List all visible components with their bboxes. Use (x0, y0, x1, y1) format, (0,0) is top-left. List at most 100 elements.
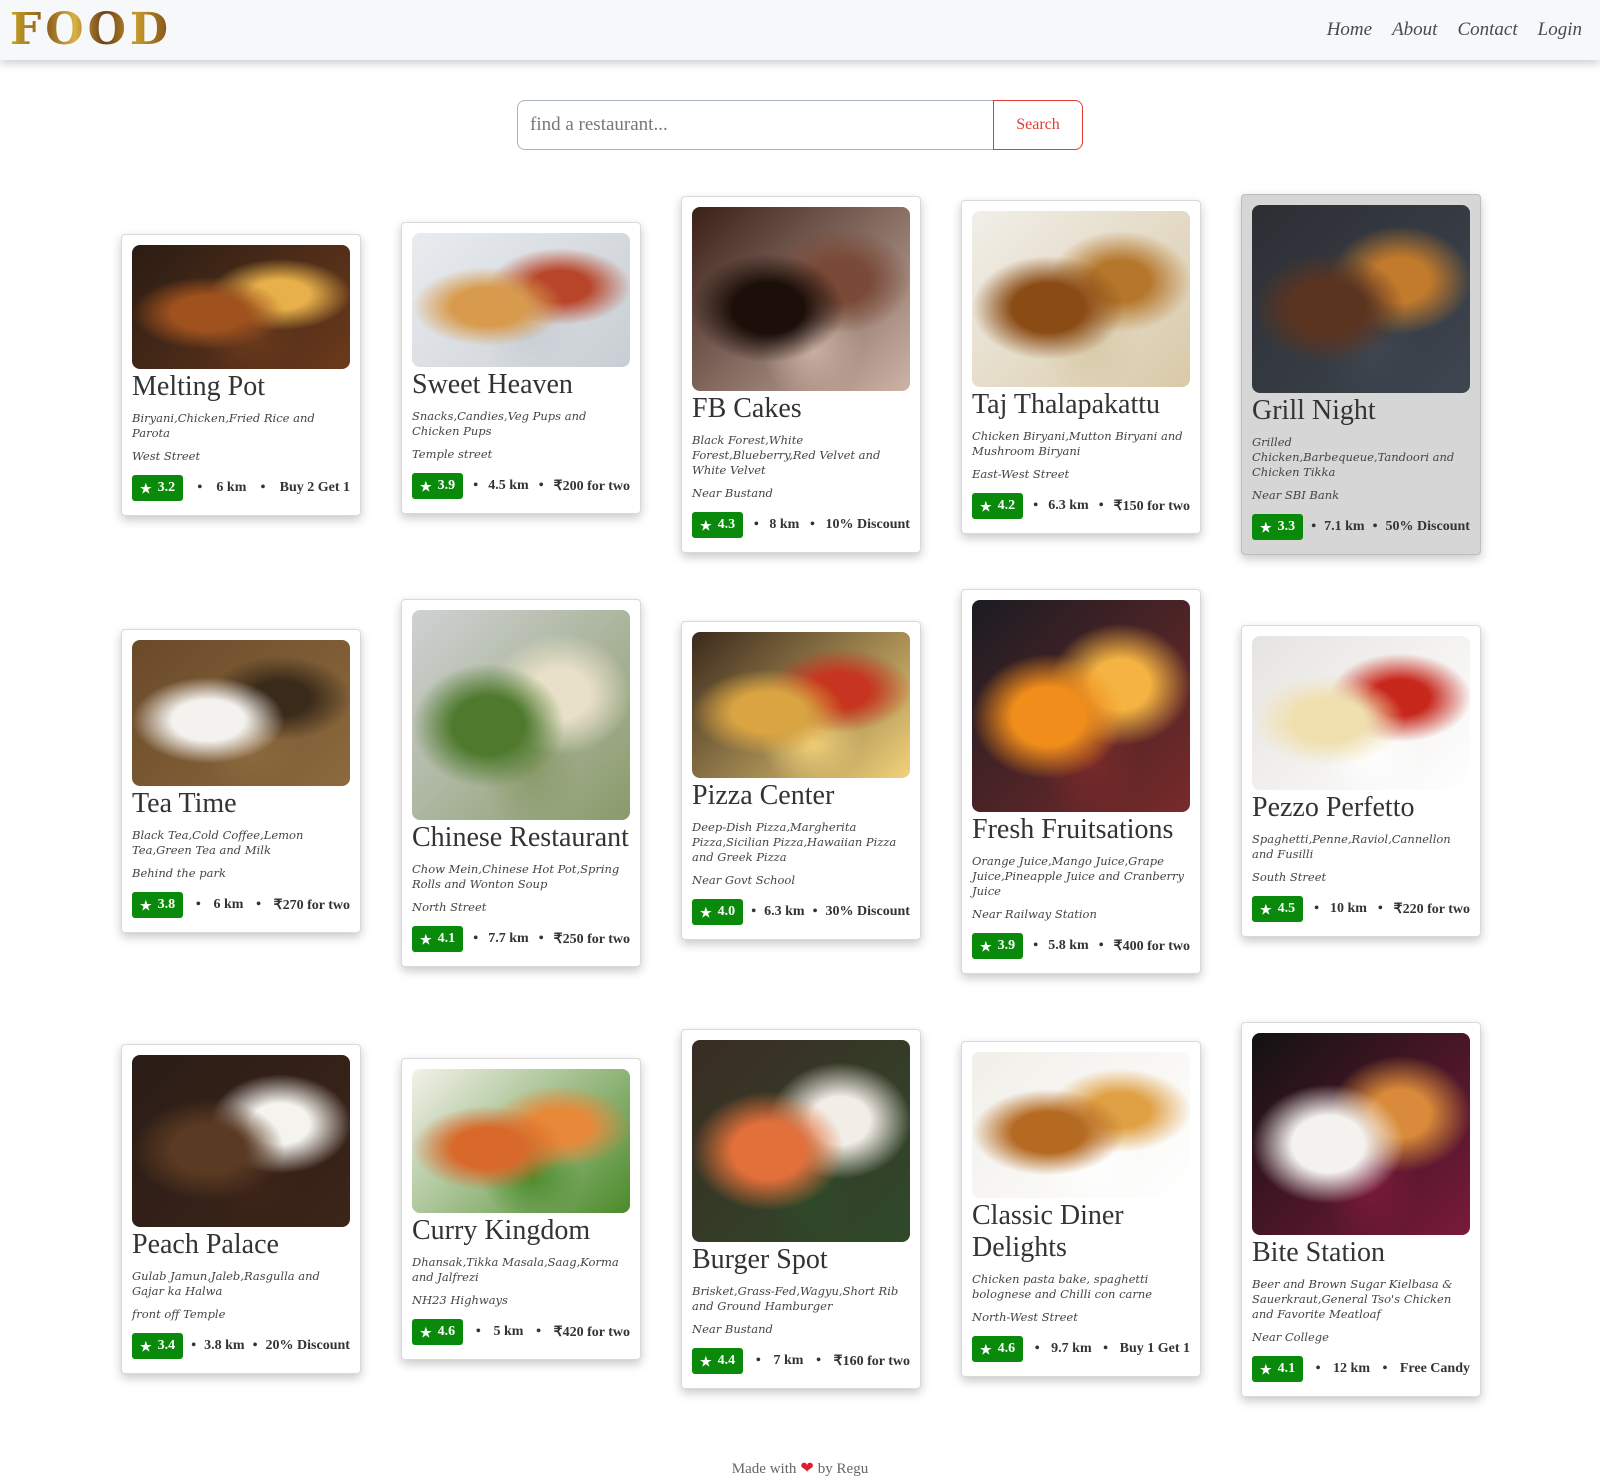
nav-link-contact[interactable]: Contact (1457, 19, 1517, 41)
restaurant-card[interactable]: Pezzo Perfetto Spaghetti,Penne,Raviol,Can… (1241, 625, 1481, 937)
rating-badge: ★ 4.6 (972, 1336, 1024, 1362)
restaurant-meta: ★ 4.0 • 6.3 km • 30% Discount (692, 899, 910, 925)
rating-value: 4.0 (717, 904, 736, 919)
restaurant-name[interactable]: Sweet Heaven (412, 369, 630, 401)
rating-value: 3.3 (1277, 519, 1296, 534)
restaurant-name[interactable]: Taj Thalapakattu (972, 389, 1190, 421)
restaurant-card[interactable]: Chinese Restaurant Chow Mein,Chinese Hot … (401, 599, 641, 967)
offer: ₹200 for two (553, 478, 630, 494)
separator-dot: • (191, 1338, 197, 1353)
heart-icon: ❤ (800, 1460, 814, 1477)
separator-dot: • (538, 478, 544, 493)
restaurant-name[interactable]: Pizza Center (692, 780, 910, 812)
nav-link-home[interactable]: Home (1327, 19, 1372, 41)
separator-dot: • (1315, 1361, 1321, 1376)
rating-value: 3.9 (997, 938, 1016, 953)
rating-badge: ★ 4.2 (972, 493, 1024, 519)
separator-dot: • (1098, 938, 1104, 953)
restaurant-name[interactable]: Fresh Fruitsations (972, 814, 1190, 846)
fried-chicken-plate-image (972, 1052, 1190, 1198)
restaurant-name[interactable]: Melting Pot (132, 371, 350, 403)
star-icon: ★ (140, 897, 152, 913)
star-icon: ★ (1260, 901, 1272, 917)
restaurant-location: Near College (1252, 1330, 1329, 1344)
distance: 6.3 km (1048, 498, 1089, 513)
star-icon: ★ (700, 517, 712, 533)
rating-value: 4.4 (717, 1353, 736, 1368)
separator-dot: • (753, 517, 759, 532)
star-icon: ★ (1260, 1361, 1272, 1377)
restaurant-meta: ★ 4.3 • 8 km • 10% Discount (692, 512, 910, 538)
restaurant-meta: ★ 3.8 • 6 km • ₹270 for two (132, 892, 350, 918)
separator-dot: • (195, 897, 201, 912)
rating-value: 4.1 (1277, 1361, 1296, 1376)
star-icon: ★ (700, 904, 712, 920)
search-button[interactable]: Search (993, 100, 1083, 150)
chicken-rice-image (412, 1069, 630, 1213)
offer: 20% Discount (265, 1338, 350, 1353)
distance: 7 km (773, 1353, 804, 1368)
restaurant-card[interactable]: Pizza Center Deep-Dish Pizza,Margherita P… (681, 621, 921, 940)
restaurant-name[interactable]: Classic Diner Delights (972, 1200, 1190, 1264)
restaurant-cuisine: Gulab Jamun,Jaleb,Rasgulla and Gajar ka … (132, 1269, 320, 1298)
restaurant-cuisine: Grilled Chicken,Barbequeue,Tandoori and … (1252, 435, 1455, 479)
nav-link-login[interactable]: Login (1538, 19, 1582, 41)
offer: ₹250 for two (553, 931, 630, 947)
star-icon: ★ (420, 1324, 432, 1340)
restaurant-card[interactable]: Bite Station Beer and Brown Sugar Kielbas… (1241, 1022, 1481, 1397)
restaurant-name[interactable]: Grill Night (1252, 395, 1470, 427)
restaurant-name[interactable]: FB Cakes (692, 393, 910, 425)
distance: 10 km (1329, 901, 1367, 916)
indian-food-spread-image (132, 245, 350, 369)
restaurant-meta: ★ 4.1 • 7.7 km • ₹250 for two (412, 926, 630, 952)
restaurant-card[interactable]: Burger Spot Brisket,Grass-Fed,Wagyu,Short… (681, 1029, 921, 1389)
search-input[interactable] (517, 100, 993, 150)
restaurant-card[interactable]: FB Cakes Black Forest,White Forest,Bluebe… (681, 196, 921, 553)
restaurant-name[interactable]: Chinese Restaurant (412, 822, 630, 854)
distance: 6 km (216, 480, 247, 495)
separator-dot: • (260, 480, 266, 495)
restaurant-cuisine: Dhansak,Tikka Masala,Saag,Korma and Jalf… (412, 1255, 619, 1284)
restaurant-cuisine: Snacks,Candies,Veg Pups and Chicken Pups (412, 409, 587, 438)
restaurant-name[interactable]: Pezzo Perfetto (1252, 792, 1470, 824)
rating-value: 4.6 (437, 1324, 456, 1339)
pasta-plate-image (1252, 636, 1470, 790)
restaurant-location: East-West Street (972, 467, 1070, 481)
restaurant-name[interactable]: Bite Station (1252, 1237, 1470, 1269)
star-icon: ★ (980, 498, 992, 514)
restaurant-card[interactable]: Peach Palace Gulab Jamun,Jaleb,Rasgulla a… (121, 1044, 361, 1374)
restaurant-cuisine: Chow Mein,Chinese Hot Pot,Spring Rolls a… (412, 862, 620, 891)
rating-value: 3.9 (437, 478, 456, 493)
restaurant-location: North Street (412, 900, 487, 914)
restaurant-cuisine: Biryani,Chicken,Fried Rice and Parota (132, 411, 315, 440)
restaurant-cuisine: Beer and Brown Sugar Kielbasa & Sauerkra… (1252, 1277, 1453, 1321)
star-icon: ★ (980, 1341, 992, 1357)
separator-dot: • (1033, 498, 1039, 513)
separator-dot: • (809, 517, 815, 532)
restaurant-name[interactable]: Peach Palace (132, 1229, 350, 1261)
restaurant-cuisine: Black Forest,White Forest,Blueberry,Red … (692, 433, 881, 477)
restaurant-card[interactable]: Classic Diner Delights Chicken pasta bake… (961, 1041, 1201, 1377)
separator-dot: • (1034, 1341, 1040, 1356)
restaurant-name[interactable]: Burger Spot (692, 1244, 910, 1276)
nav-link-about[interactable]: About (1392, 19, 1437, 41)
restaurant-card[interactable]: Curry Kingdom Dhansak,Tikka Masala,Saag,K… (401, 1058, 641, 1360)
restaurant-card[interactable]: Grill Night Grilled Chicken,Barbequeue,Ta… (1241, 194, 1481, 555)
restaurant-name[interactable]: Curry Kingdom (412, 1215, 630, 1247)
restaurant-location: Near Govt School (692, 873, 796, 887)
food-logo[interactable]: FOOD (10, 8, 172, 52)
rating-value: 3.2 (157, 480, 176, 495)
restaurant-location: Near Railway Station (972, 907, 1097, 921)
search-bar: Search (517, 100, 1083, 150)
restaurant-card[interactable]: Melting Pot Biryani,Chicken,Fried Rice an… (121, 234, 361, 516)
distance: 7.1 km (1324, 519, 1365, 534)
restaurant-name[interactable]: Tea Time (132, 788, 350, 820)
restaurant-cuisine: Chicken Biryani,Mutton Biryani and Mushr… (972, 429, 1183, 458)
rating-badge: ★ 3.2 (132, 475, 184, 501)
restaurant-location: NH23 Highways (412, 1293, 508, 1307)
restaurant-card[interactable]: Sweet Heaven Snacks,Candies,Veg Pups and … (401, 222, 641, 514)
offer: Buy 1 Get 1 (1119, 1341, 1190, 1356)
restaurant-card[interactable]: Taj Thalapakattu Chicken Biryani,Mutton B… (961, 200, 1201, 534)
restaurant-card[interactable]: Tea Time Black Tea,Cold Coffee,Lemon Tea,… (121, 629, 361, 933)
restaurant-card[interactable]: Fresh Fruitsations Orange Juice,Mango Jui… (961, 589, 1201, 974)
